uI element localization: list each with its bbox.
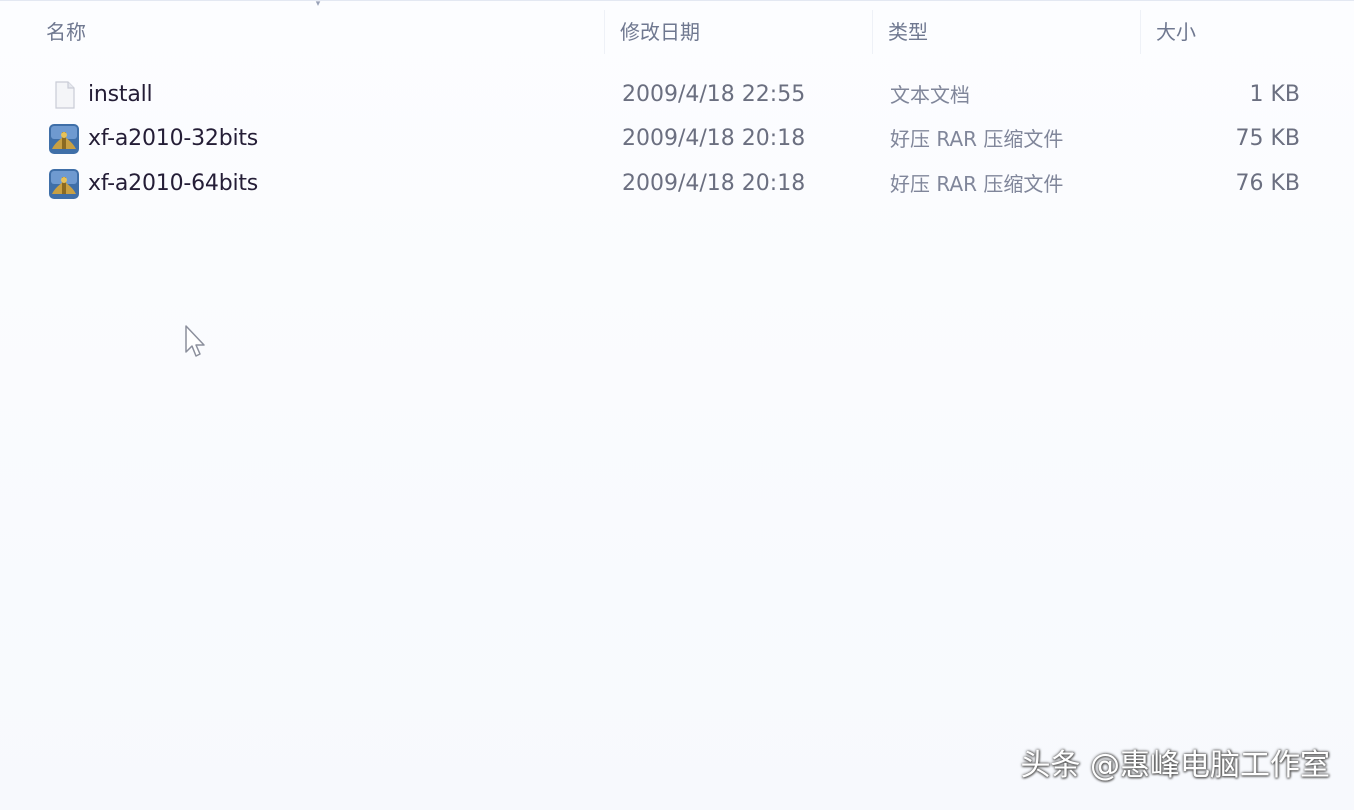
file-name: install (88, 82, 153, 107)
file-type: 好压 RAR 压缩文件 (890, 127, 1064, 151)
file-explorer-content: ▾ 名称 修改日期 类型 大小 install 2009/4/18 22:55 … (0, 0, 1354, 810)
column-divider[interactable] (604, 10, 605, 54)
file-name: xf-a2010-32bits (88, 126, 259, 151)
file-type: 文本文档 (890, 83, 970, 107)
file-date-modified: 2009/4/18 22:55 (622, 82, 806, 107)
column-divider[interactable] (872, 10, 873, 54)
file-date-modified: 2009/4/18 20:18 (622, 126, 806, 151)
column-divider[interactable] (1140, 10, 1141, 54)
watermark-text: 头条 @惠峰电脑工作室 (1020, 748, 1330, 783)
file-name: xf-a2010-64bits (88, 171, 259, 196)
rar-archive-icon (49, 124, 79, 154)
file-row-xf-a2010-32bits[interactable]: xf-a2010-32bits 2009/4/18 20:18 好压 RAR 压… (40, 118, 1312, 160)
column-header-bar: 名称 修改日期 类型 大小 (0, 0, 1354, 60)
rar-archive-icon (49, 169, 79, 199)
text-document-icon (55, 81, 75, 109)
file-row-xf-a2010-64bits[interactable]: xf-a2010-64bits 2009/4/18 20:18 好压 RAR 压… (40, 163, 1312, 205)
file-date-modified: 2009/4/18 20:18 (622, 171, 806, 196)
file-row-install[interactable]: install 2009/4/18 22:55 文本文档 1 KB (40, 74, 1312, 116)
file-size: 75 KB (1235, 126, 1300, 151)
column-header-size[interactable]: 大小 (1156, 18, 1196, 46)
mouse-pointer-icon (185, 325, 205, 357)
column-header-name[interactable]: 名称 (46, 18, 86, 46)
column-header-type[interactable]: 类型 (888, 18, 928, 46)
column-header-date-modified[interactable]: 修改日期 (620, 18, 700, 46)
file-size: 76 KB (1235, 171, 1300, 196)
file-size: 1 KB (1249, 82, 1300, 107)
file-type: 好压 RAR 压缩文件 (890, 172, 1064, 196)
